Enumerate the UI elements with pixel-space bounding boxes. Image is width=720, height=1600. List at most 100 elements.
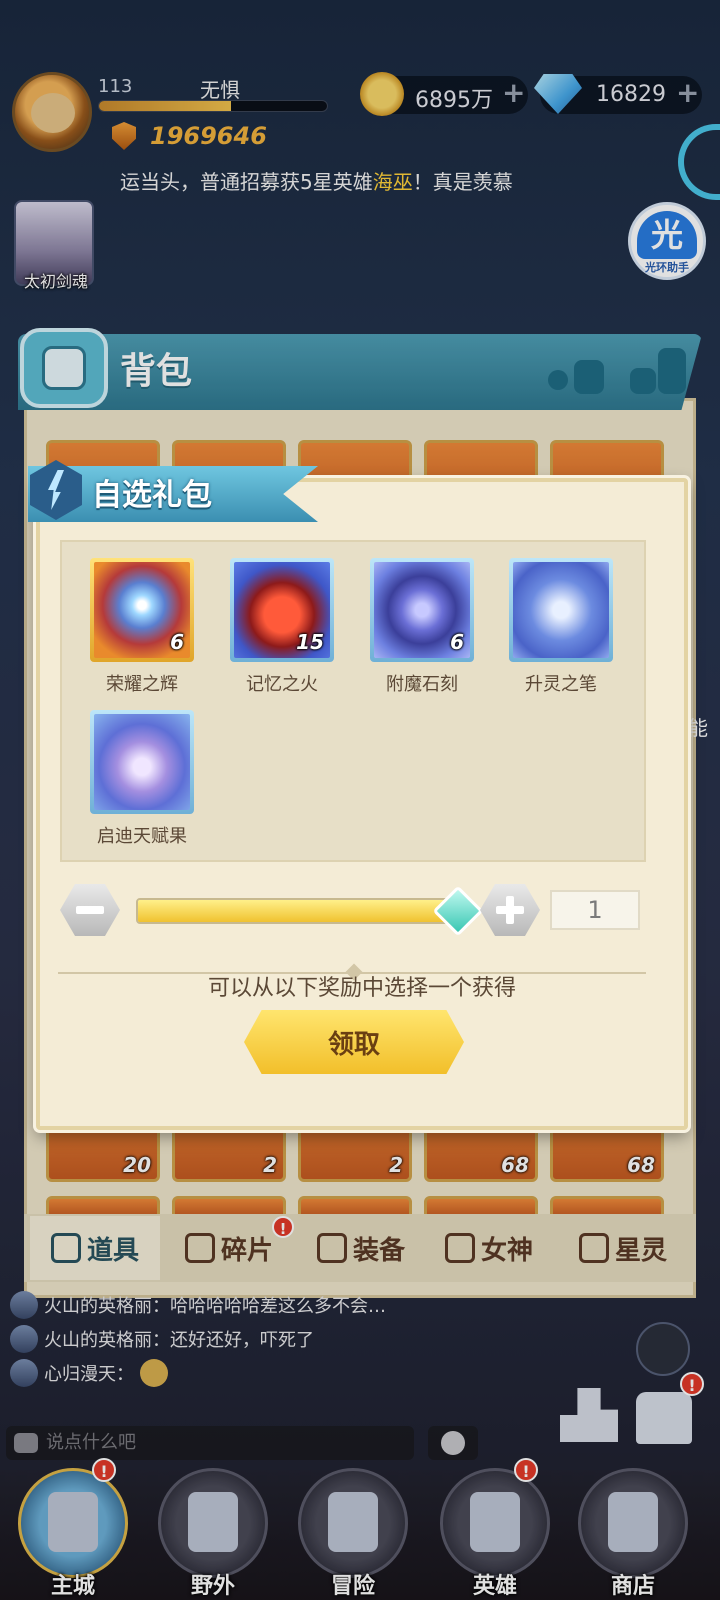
marquee-hero-name: 海巫 bbox=[372, 170, 413, 194]
tab-label: 碎片 bbox=[220, 1235, 273, 1266]
fragments-tab-icon bbox=[184, 1233, 215, 1263]
marquee-prefix: 运当头，普通招募获5星英雄 bbox=[120, 170, 373, 194]
add-gems-button[interactable]: + bbox=[676, 76, 699, 109]
player-name: 无惧 bbox=[200, 78, 240, 102]
tab-goddess[interactable]: 女神 bbox=[426, 1216, 552, 1280]
reward-name: 附魔石刻 bbox=[386, 674, 458, 695]
nav-label: 主城 bbox=[50, 1574, 95, 1599]
minus-icon bbox=[76, 906, 104, 914]
gem-amount: 16829 bbox=[596, 82, 666, 107]
chat-avatar bbox=[10, 1359, 38, 1387]
orb-icon: 6 bbox=[94, 562, 190, 658]
main-city-alert-badge: ! bbox=[92, 1458, 116, 1482]
chat-input[interactable]: 说点什么吧 bbox=[6, 1426, 414, 1460]
reward-name: 荣耀之辉 bbox=[106, 674, 178, 695]
chat-message[interactable]: 火山的英格丽：还好还好，吓死了 bbox=[10, 1322, 314, 1356]
reward-name: 记忆之火 bbox=[246, 674, 318, 695]
items-tab-icon bbox=[50, 1233, 81, 1263]
smiley-icon bbox=[441, 1431, 465, 1455]
slider-fill bbox=[138, 900, 464, 922]
reward-item[interactable] bbox=[509, 558, 613, 662]
treasure-chest-icon[interactable] bbox=[636, 1392, 692, 1444]
sword-icon bbox=[328, 1492, 378, 1552]
reward-item[interactable]: 6 bbox=[90, 558, 194, 662]
equipment-tab-icon bbox=[316, 1233, 347, 1263]
shop-stall-icon bbox=[608, 1492, 658, 1552]
exp-bar-fill bbox=[99, 101, 232, 111]
nav-heroes[interactable]: 英雄 bbox=[440, 1468, 550, 1599]
tab-label: 女神 bbox=[480, 1235, 533, 1266]
chat-text: 火山的英格丽：还好还好，吓死了 bbox=[44, 1330, 314, 1351]
helmet-icon bbox=[470, 1492, 520, 1552]
halo-assistant-button[interactable]: 光 光环助手 bbox=[628, 202, 706, 280]
heroes-alert-badge: ! bbox=[514, 1458, 538, 1482]
player-avatar[interactable] bbox=[12, 72, 92, 152]
friends-button[interactable] bbox=[636, 1322, 690, 1376]
chest-alert-badge: ! bbox=[680, 1372, 704, 1396]
chat-message[interactable]: 火山的英格丽：哈哈哈哈哈差这么多不会… bbox=[10, 1288, 386, 1322]
tab-equipment[interactable]: 装备 bbox=[298, 1216, 424, 1280]
rune-stone-icon: 6 bbox=[374, 562, 470, 658]
chat-message[interactable]: 心归漫天： bbox=[10, 1356, 168, 1390]
nav-label: 英雄 bbox=[472, 1574, 517, 1599]
chat-text: 心归漫天： bbox=[44, 1364, 134, 1385]
chat-avatar bbox=[10, 1325, 38, 1353]
nav-main-city[interactable]: 主城 bbox=[18, 1468, 128, 1599]
marquee-suffix: ！真是羡慕 bbox=[412, 170, 513, 194]
ranking-podium-icon[interactable] bbox=[560, 1388, 618, 1442]
star-tab-icon bbox=[578, 1233, 609, 1263]
side-ring-decoration bbox=[678, 124, 720, 200]
tab-items[interactable]: 道具 bbox=[30, 1216, 160, 1280]
halo-assistant-icon: 光 bbox=[637, 211, 697, 259]
reward-qty: 6 bbox=[170, 630, 184, 654]
power-shield-icon bbox=[112, 122, 136, 150]
hero-portrait-label: 太初剑魂 bbox=[23, 272, 88, 291]
bag-header-decoration bbox=[540, 344, 690, 396]
tab-label: 装备 bbox=[352, 1235, 405, 1266]
portal-icon bbox=[188, 1492, 238, 1552]
emoji-button[interactable] bbox=[428, 1426, 478, 1460]
nav-label: 冒险 bbox=[330, 1574, 375, 1599]
nav-adventure[interactable]: 冒险 bbox=[298, 1468, 408, 1599]
dialog-title: 自选礼包 bbox=[92, 478, 212, 513]
bag-item-count: 2 bbox=[389, 1153, 403, 1177]
chat-bubble-icon bbox=[14, 1433, 38, 1453]
selection-hint: 可以从以下奖励中选择一个获得 bbox=[207, 976, 516, 1001]
bag-item-count: 68 bbox=[627, 1153, 655, 1177]
fragments-alert-badge: ! bbox=[272, 1216, 294, 1238]
reward-name: 启迪天赋果 bbox=[97, 826, 187, 847]
player-level: 113 bbox=[98, 76, 133, 97]
bag-title: 背包 bbox=[120, 351, 193, 392]
chat-avatar bbox=[10, 1291, 38, 1319]
reward-item[interactable] bbox=[90, 710, 194, 814]
bag-item-count: 20 bbox=[123, 1153, 151, 1177]
coin-icon bbox=[360, 72, 404, 116]
emoji-sticker-icon bbox=[140, 1359, 168, 1387]
add-coins-button[interactable]: + bbox=[502, 76, 525, 109]
tab-label: 星灵 bbox=[614, 1235, 667, 1266]
halo-assistant-label: 光环助手 bbox=[645, 261, 689, 274]
fire-icon: 15 bbox=[234, 562, 330, 658]
reward-item[interactable]: 15 bbox=[230, 558, 334, 662]
nav-shop[interactable]: 商店 bbox=[578, 1468, 688, 1599]
claim-button[interactable]: 领取 bbox=[244, 1010, 464, 1074]
broadcast-marquee: 运当头，普通招募获5星英雄海巫！真是羡慕 bbox=[120, 166, 590, 202]
nav-label: 商店 bbox=[610, 1574, 655, 1599]
quantity-slider[interactable] bbox=[136, 898, 466, 924]
chat-placeholder: 说点什么吧 bbox=[46, 1432, 136, 1453]
goddess-tab-icon bbox=[444, 1233, 475, 1263]
nav-label: 野外 bbox=[190, 1574, 235, 1599]
reward-item[interactable]: 6 bbox=[370, 558, 474, 662]
backpack-icon bbox=[20, 328, 108, 408]
coin-amount: 6895万 bbox=[415, 88, 493, 113]
quantity-field[interactable]: 1 bbox=[550, 890, 640, 930]
exp-bar bbox=[98, 100, 328, 112]
bag-item-count: 68 bbox=[501, 1153, 529, 1177]
tab-star-spirit[interactable]: 星灵 bbox=[556, 1216, 690, 1280]
tab-label: 道具 bbox=[86, 1235, 139, 1266]
combat-power: 1969646 bbox=[150, 122, 267, 150]
castle-icon bbox=[48, 1492, 98, 1552]
reward-name: 升灵之笔 bbox=[525, 674, 597, 695]
nav-wilderness[interactable]: 野外 bbox=[158, 1468, 268, 1599]
reward-qty: 15 bbox=[296, 630, 324, 654]
